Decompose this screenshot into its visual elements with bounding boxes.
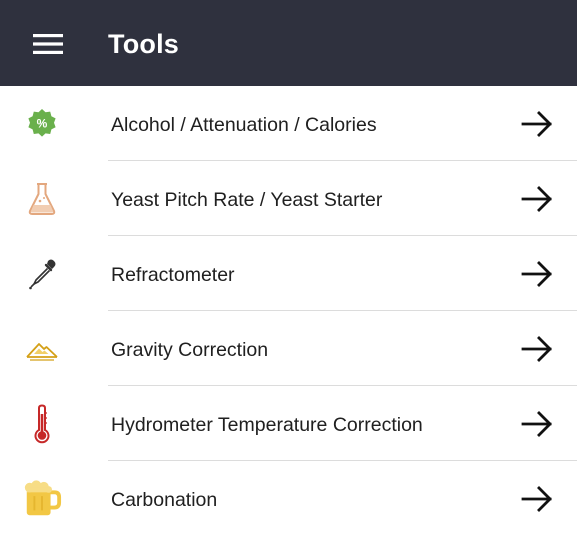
arrow-right-icon [520, 332, 554, 366]
tool-item-label: Alcohol / Attenuation / Calories [111, 114, 377, 136]
tool-item-label: Hydrometer Temperature Correction [111, 414, 423, 436]
arrow-right-icon [520, 257, 554, 291]
tool-item-alcohol[interactable]: % Alcohol / Attenuation / Calories [0, 86, 577, 161]
app-bar: Tools [0, 0, 577, 86]
tool-item-yeast-pitch-rate[interactable]: Yeast Pitch Rate / Yeast Starter [0, 161, 577, 236]
menu-button[interactable] [26, 27, 70, 61]
flask-icon [22, 179, 62, 219]
tool-item-carbonation[interactable]: Carbonation [0, 461, 577, 536]
svg-text:%: % [37, 117, 48, 131]
arrow-right-icon [520, 482, 554, 516]
hamburger-menu-icon [33, 33, 63, 55]
tool-item-gravity-correction[interactable]: Gravity Correction [0, 311, 577, 386]
thermometer-icon [22, 404, 62, 444]
tool-item-label: Carbonation [111, 489, 218, 511]
arrow-right-icon [520, 407, 554, 441]
percent-badge-icon: % [22, 104, 62, 144]
tool-item-refractometer[interactable]: Refractometer [0, 236, 577, 311]
page-title: Tools [108, 29, 179, 59]
tool-item-label: Gravity Correction [111, 339, 269, 361]
beer-mug-icon [22, 479, 62, 519]
arrow-right-icon [520, 107, 554, 141]
arrow-right-icon [520, 182, 554, 216]
hill-icon [22, 329, 62, 369]
tool-item-hydrometer-temperature[interactable]: Hydrometer Temperature Correction [0, 386, 577, 461]
tools-list: % Alcohol / Attenuation / Calories Yeast… [0, 86, 577, 536]
tool-item-label: Yeast Pitch Rate / Yeast Starter [111, 189, 383, 211]
tool-item-label: Refractometer [111, 264, 235, 286]
dropper-icon [22, 254, 62, 294]
